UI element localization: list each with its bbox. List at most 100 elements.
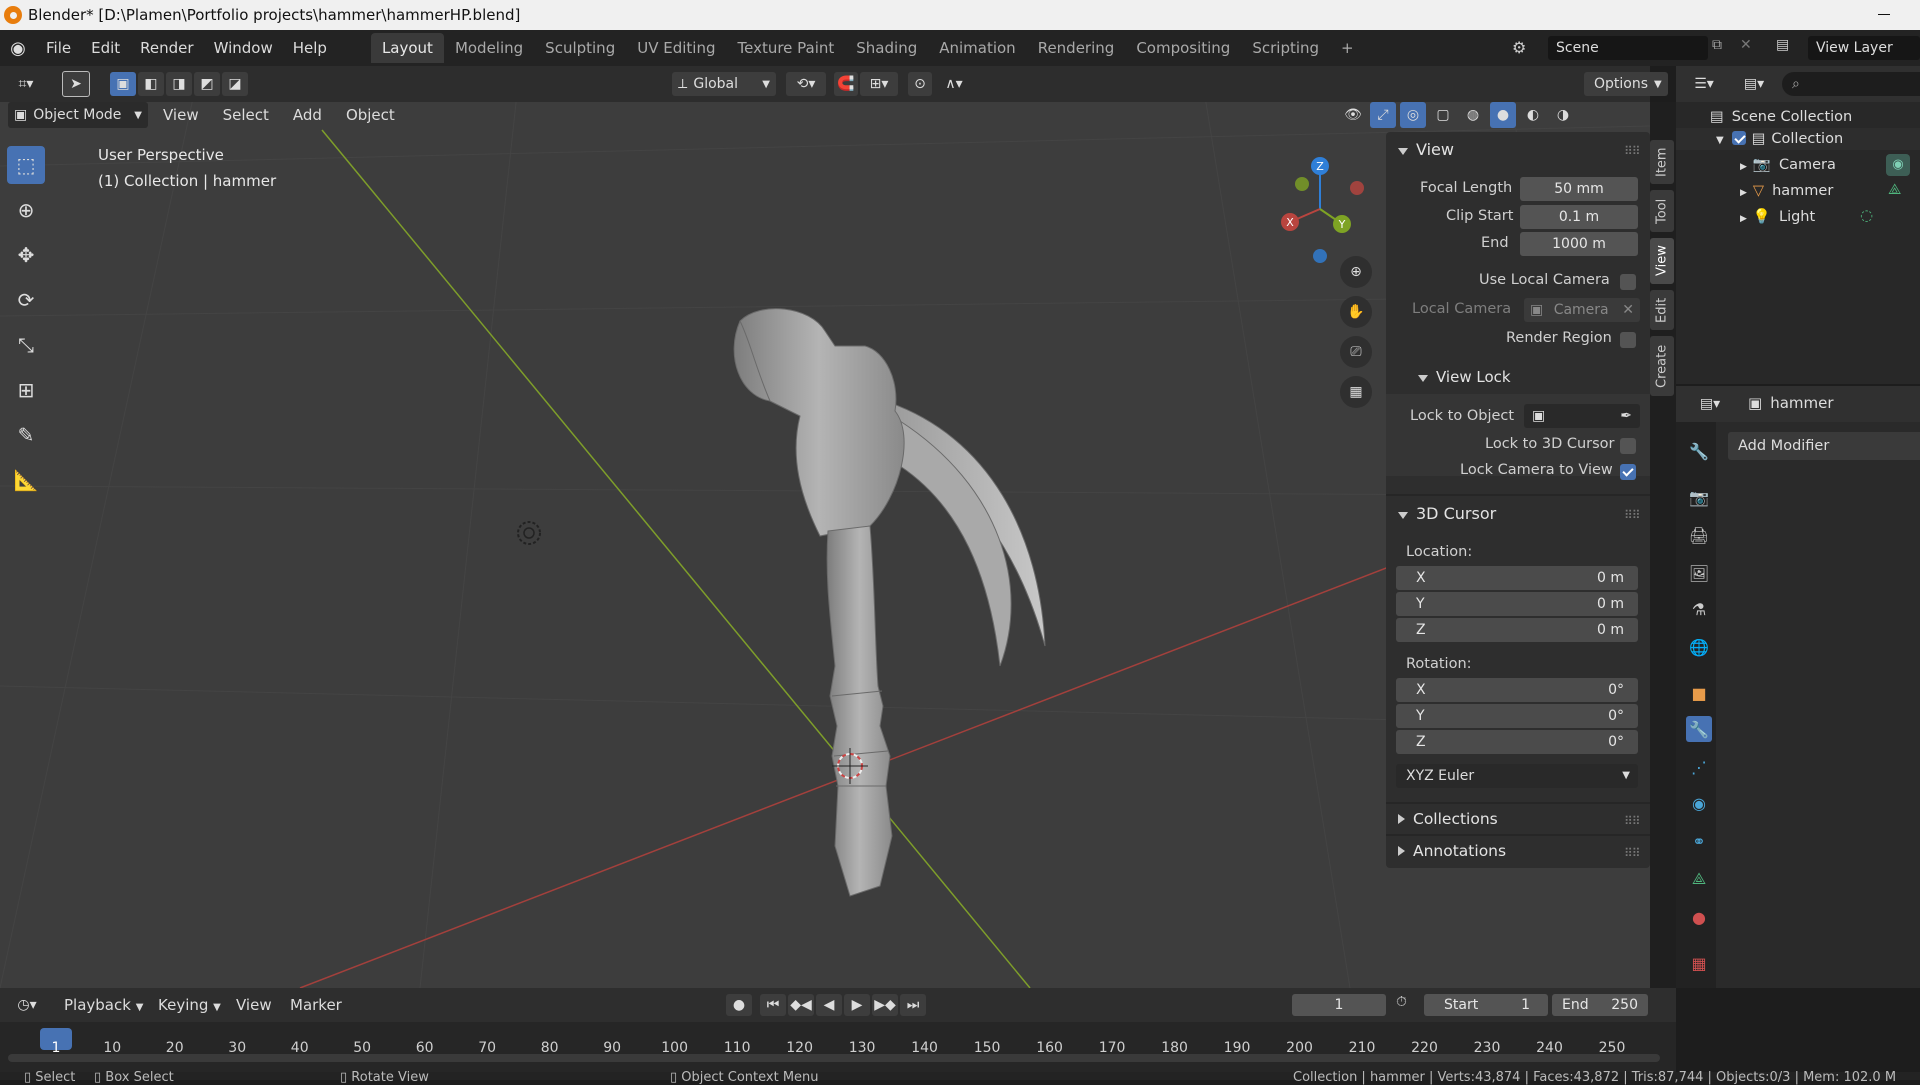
view-layer-props-icon[interactable]: 🖼 bbox=[1686, 560, 1712, 586]
particles-props-icon[interactable]: ⋰ bbox=[1686, 754, 1712, 780]
mesh-data-icon[interactable]: ⟁ bbox=[1888, 180, 1901, 198]
texture-props-icon[interactable]: ▦ bbox=[1686, 950, 1712, 976]
snap-toggle-icon[interactable]: 🧲 bbox=[834, 72, 858, 96]
3d-cursor-icon[interactable] bbox=[830, 746, 870, 786]
select-subtract-icon[interactable]: ◨ bbox=[166, 72, 192, 96]
camera-view-icon[interactable]: ⎚ bbox=[1340, 336, 1372, 368]
overlay-toggle-icon[interactable]: ◎ bbox=[1400, 102, 1426, 128]
menu-file[interactable]: File bbox=[36, 30, 81, 66]
measure-tool-icon[interactable]: 📐 bbox=[7, 461, 45, 499]
cursor-location-x-field[interactable]: X0 m bbox=[1396, 566, 1638, 590]
ortho-grid-icon[interactable]: ▦ bbox=[1340, 376, 1372, 408]
tab-animation[interactable]: Animation bbox=[928, 33, 1026, 63]
tab-sculpting[interactable]: Sculpting bbox=[534, 33, 626, 63]
viewport-menu-object[interactable]: Object bbox=[337, 102, 404, 128]
npanel-tab-create[interactable]: Create bbox=[1650, 336, 1674, 396]
tab-compositing[interactable]: Compositing bbox=[1125, 33, 1241, 63]
collections-panel-header[interactable]: Collections bbox=[1398, 810, 1498, 828]
timeline-menu-view[interactable]: View bbox=[226, 988, 282, 1022]
rendered-shading-icon[interactable]: ◑ bbox=[1550, 102, 1576, 128]
select-intersect-icon[interactable]: ◪ bbox=[222, 72, 248, 96]
blender-menu-icon[interactable]: ◉ bbox=[0, 38, 36, 59]
xray-icon[interactable]: ▢ bbox=[1430, 102, 1456, 128]
rotation-mode-selector[interactable]: XYZ Euler ▼ bbox=[1396, 764, 1638, 788]
hammer-mesh[interactable] bbox=[700, 286, 1200, 906]
record-icon[interactable]: ● bbox=[726, 994, 752, 1016]
constraints-props-icon[interactable]: ⚭ bbox=[1686, 828, 1712, 854]
material-shading-icon[interactable]: ◐ bbox=[1520, 102, 1546, 128]
lock-to-3d-cursor-checkbox[interactable] bbox=[1620, 438, 1636, 454]
material-props-icon[interactable]: ● bbox=[1686, 904, 1712, 930]
output-props-icon[interactable]: 🖨 bbox=[1686, 522, 1712, 548]
tab-modeling[interactable]: Modeling bbox=[444, 33, 534, 63]
timeline-menu-playback[interactable]: Playback ▼ bbox=[54, 988, 153, 1022]
cursor-rotation-z-field[interactable]: Z 0° bbox=[1396, 730, 1638, 754]
eyedropper-icon[interactable]: ✒ bbox=[1620, 404, 1632, 428]
delete-scene-icon[interactable]: ✕ bbox=[1740, 37, 1752, 53]
cursor-location-y-field[interactable]: Y0 m bbox=[1396, 592, 1638, 616]
viewport-menu-view[interactable]: View bbox=[154, 102, 208, 128]
gizmo-toggle-icon[interactable]: ⤢ bbox=[1370, 102, 1396, 128]
render-props-icon[interactable]: 📷 bbox=[1686, 484, 1712, 510]
collection-visible-checkbox[interactable] bbox=[1731, 131, 1746, 145]
jump-end-icon[interactable]: ⏭ bbox=[900, 994, 926, 1016]
tab-rendering[interactable]: Rendering bbox=[1027, 33, 1126, 63]
light-data-icon[interactable]: ◌ bbox=[1860, 206, 1873, 224]
solid-shading-icon[interactable]: ● bbox=[1490, 102, 1516, 128]
minimize-icon[interactable] bbox=[1878, 14, 1890, 15]
select-new-icon[interactable]: ▣ bbox=[110, 72, 136, 96]
physics-props-icon[interactable]: ◉ bbox=[1686, 790, 1712, 816]
drag-grip-icon[interactable]: ⠿⠿ bbox=[1624, 814, 1641, 828]
pivot-point-icon[interactable]: ⟲▾ bbox=[786, 72, 826, 96]
annotations-panel-header[interactable]: Annotations bbox=[1398, 842, 1506, 860]
timeline-menu-keying[interactable]: Keying ▼ bbox=[148, 988, 231, 1022]
move-tool-icon[interactable]: ✥ bbox=[7, 236, 45, 274]
clear-icon[interactable]: ✕ bbox=[1622, 298, 1634, 322]
zoom-icon[interactable]: ⊕ bbox=[1340, 256, 1372, 288]
annotate-tool-icon[interactable]: ✎ bbox=[7, 416, 45, 454]
timeline-editor-type-icon[interactable]: ◷▾ bbox=[8, 994, 46, 1016]
npanel-tab-item[interactable]: Item bbox=[1650, 140, 1674, 184]
select-invert-icon[interactable]: ◩ bbox=[194, 72, 220, 96]
object-props-icon[interactable]: ■ bbox=[1686, 680, 1712, 706]
cursor-rotation-x-field[interactable]: X 0° bbox=[1396, 678, 1638, 702]
drag-grip-icon[interactable]: ⠿⠿ bbox=[1624, 508, 1641, 522]
light-object-icon[interactable] bbox=[514, 518, 544, 548]
camera-data-icon[interactable]: ◉ bbox=[1886, 154, 1910, 176]
timeline-menu-marker[interactable]: Marker bbox=[280, 988, 352, 1022]
view-layer-icon[interactable]: ▤ bbox=[1776, 37, 1789, 53]
outliner-item-camera[interactable]: ▶ 📷 Camera bbox=[1740, 154, 1836, 176]
3d-cursor-panel-header[interactable]: 3D Cursor bbox=[1398, 504, 1496, 523]
clip-end-field[interactable]: 1000 m bbox=[1520, 232, 1638, 256]
cursor-tool-icon[interactable]: ⊕ bbox=[7, 191, 45, 229]
scale-tool-icon[interactable]: ⤡ bbox=[7, 326, 45, 364]
menu-edit[interactable]: Edit bbox=[81, 30, 130, 66]
rotate-tool-icon[interactable]: ⟳ bbox=[7, 281, 45, 319]
play-reverse-icon[interactable]: ◀ bbox=[816, 994, 842, 1016]
proportional-falloff-icon[interactable]: ∧▾ bbox=[934, 72, 974, 96]
end-frame-field[interactable]: End 250 bbox=[1552, 994, 1648, 1016]
view-layer-selector[interactable]: View Layer bbox=[1808, 36, 1920, 60]
pan-hand-icon[interactable]: ✋ bbox=[1340, 296, 1372, 328]
select-extend-icon[interactable]: ◧ bbox=[138, 72, 164, 96]
add-modifier-button[interactable]: Add Modifier bbox=[1728, 432, 1920, 460]
drag-grip-icon[interactable]: ⠿⠿ bbox=[1624, 846, 1641, 860]
outliner-search-input[interactable]: ⌕ bbox=[1782, 72, 1920, 96]
current-frame-field[interactable]: 1 bbox=[1292, 994, 1386, 1016]
render-region-checkbox[interactable] bbox=[1620, 332, 1636, 348]
outliner-item-hammer[interactable]: ▶ ▽ hammer bbox=[1740, 180, 1833, 202]
drag-grip-icon[interactable]: ⠿⠿ bbox=[1624, 144, 1641, 158]
outliner-item-light[interactable]: ▶ 💡 Light bbox=[1740, 206, 1815, 228]
menu-help[interactable]: Help bbox=[283, 30, 337, 66]
object-mode-selector[interactable]: ▣ Object Mode ▼ bbox=[8, 102, 148, 128]
cursor-location-z-field[interactable]: Z0 m bbox=[1396, 618, 1638, 642]
modifier-props-icon[interactable]: 🔧 bbox=[1686, 716, 1712, 742]
tool-props-icon[interactable]: 🔧 bbox=[1686, 438, 1712, 464]
scene-icon[interactable]: ⚙ bbox=[1512, 38, 1526, 57]
lock-to-object-field[interactable]: ▣ ✒ bbox=[1524, 404, 1640, 428]
clip-start-field[interactable]: 0.1 m bbox=[1520, 205, 1638, 229]
scene-props-icon[interactable]: ⚗ bbox=[1686, 596, 1712, 622]
focal-length-field[interactable]: 50 mm bbox=[1520, 177, 1638, 201]
lock-camera-to-view-checkbox[interactable] bbox=[1620, 464, 1636, 480]
collection-row[interactable]: ▼ ▤ Collection bbox=[1716, 128, 1843, 150]
